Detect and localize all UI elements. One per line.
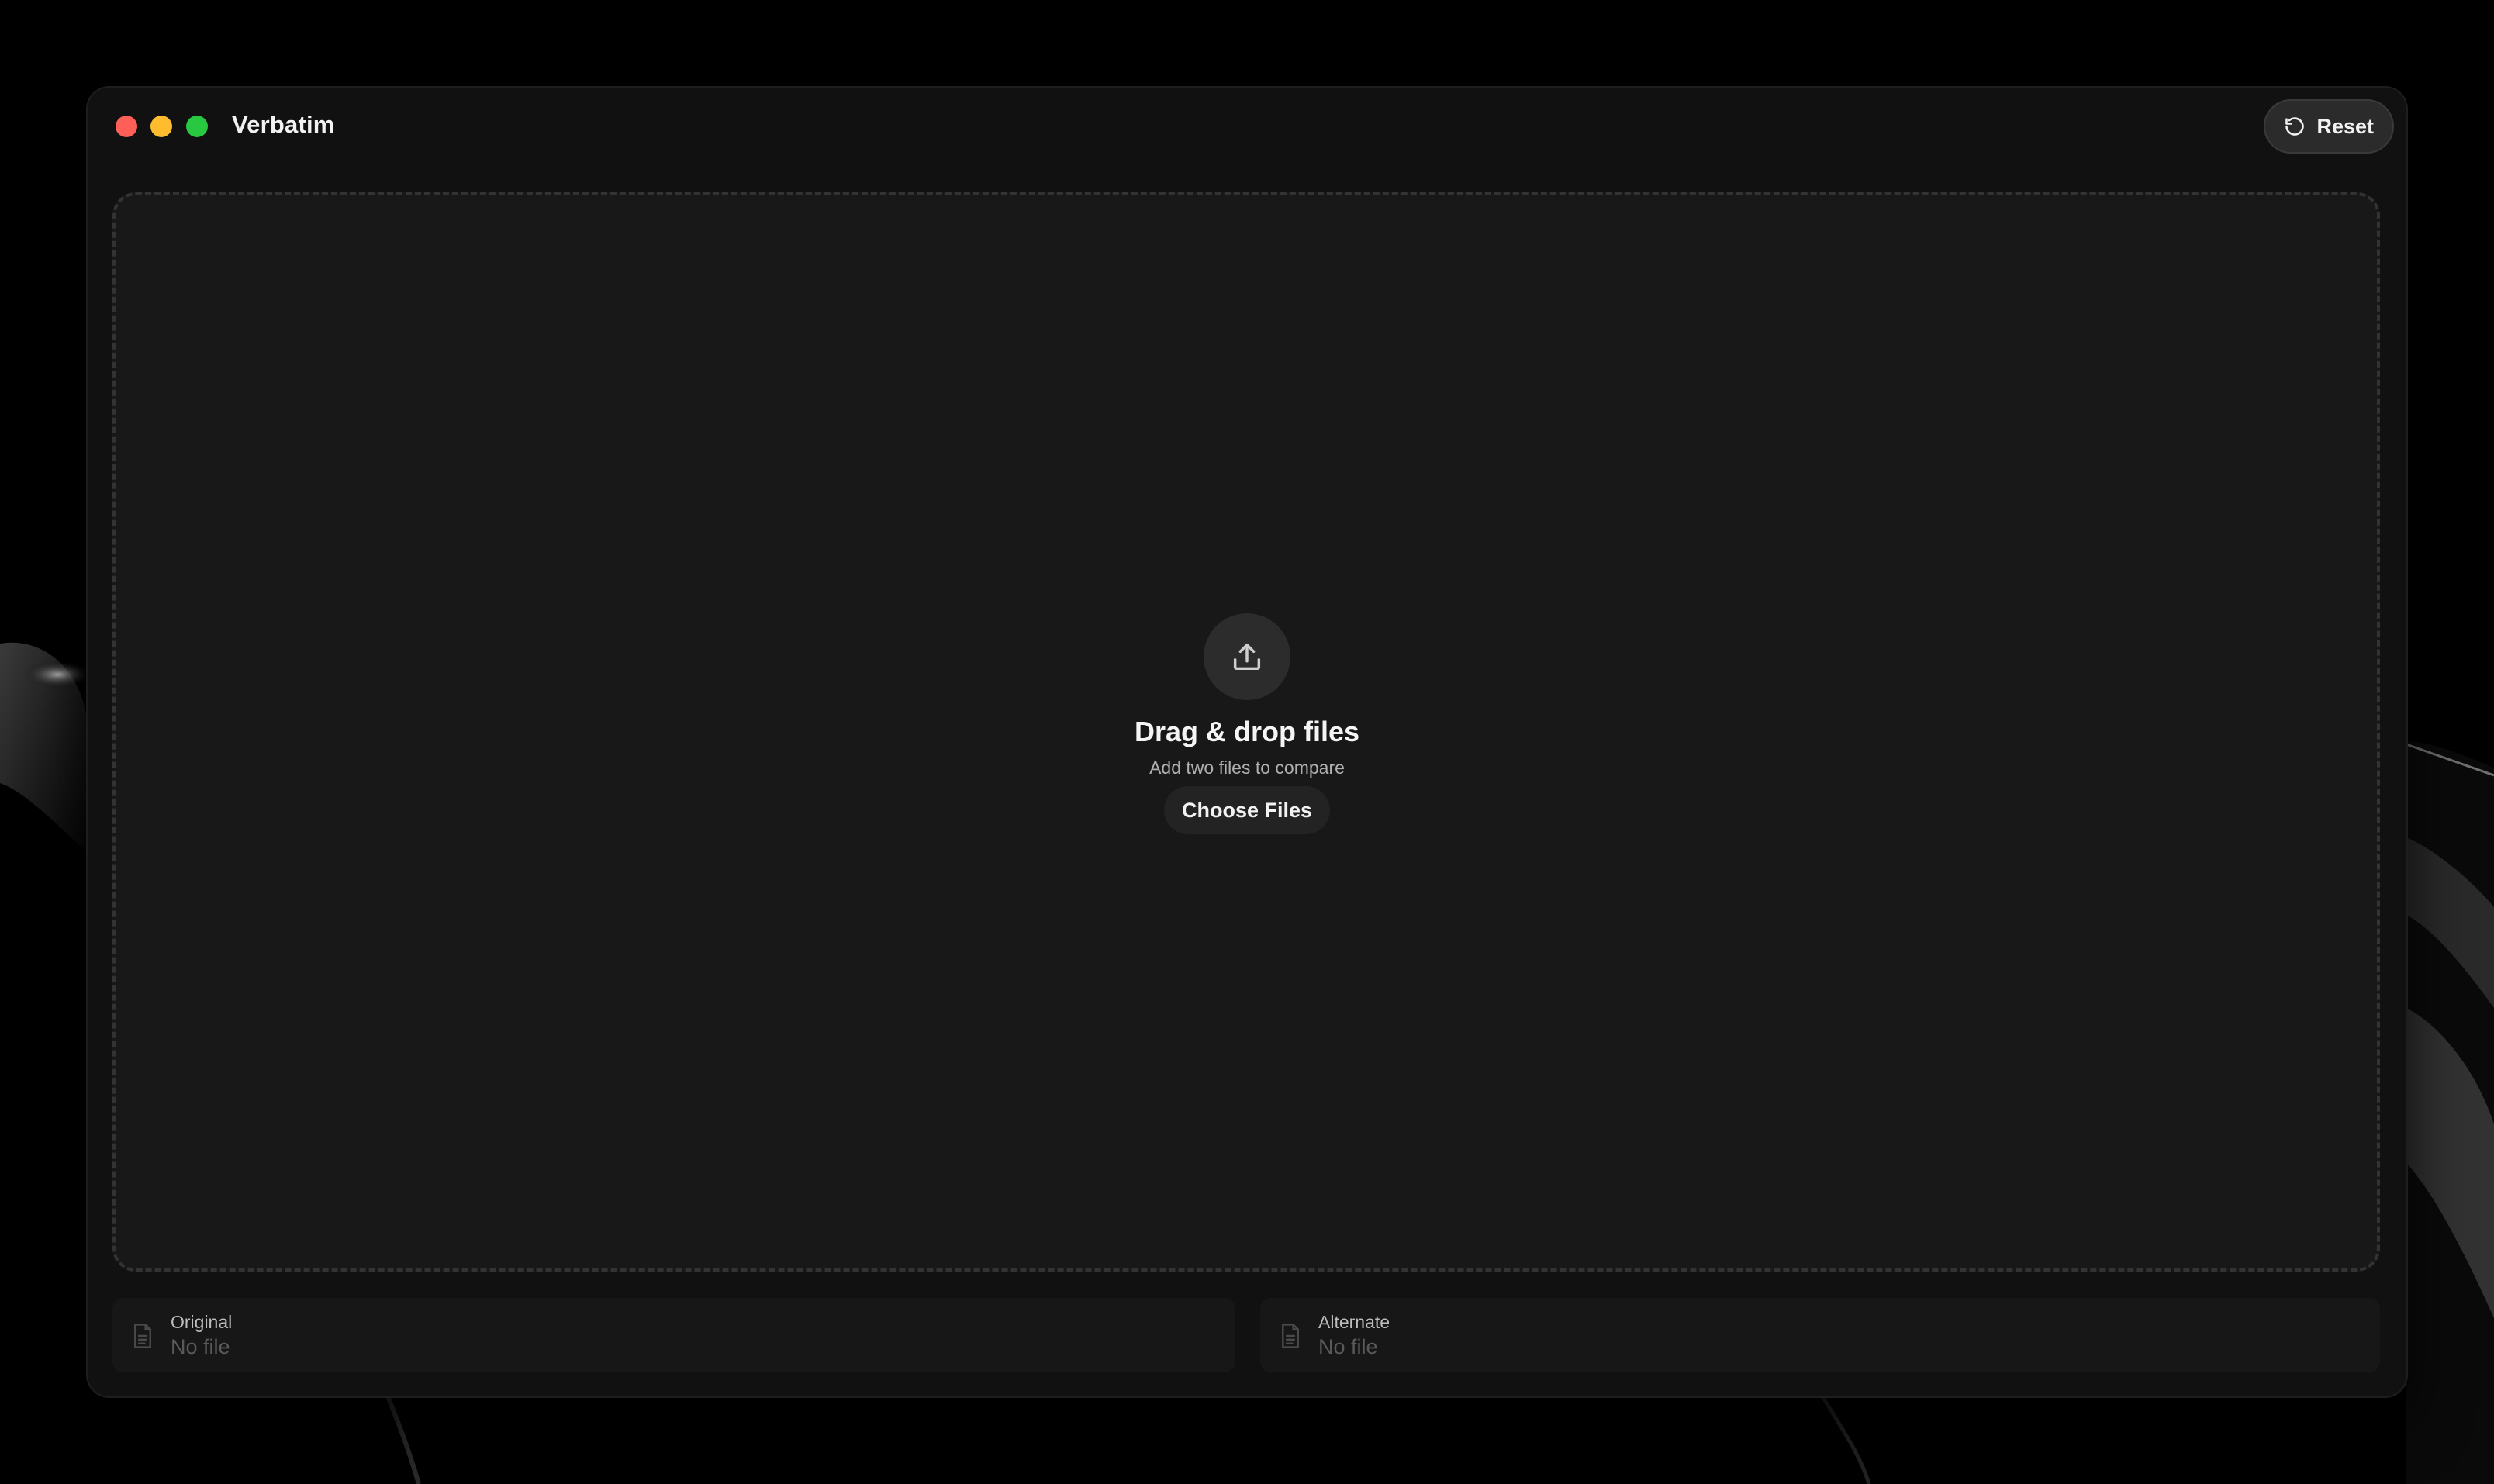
file-icon (131, 1323, 154, 1353)
choose-files-button[interactable]: Choose Files (1164, 786, 1330, 834)
original-file-slot[interactable]: Original No file (112, 1298, 1235, 1372)
dropzone-title: Drag & drop files (1134, 716, 1360, 747)
reset-button-label: Reset (2316, 114, 2374, 138)
minimize-window-button[interactable] (150, 116, 172, 137)
reset-icon (2284, 116, 2306, 137)
dropzone-subtitle: Add two files to compare (1149, 758, 1345, 778)
desktop: Verbatim Reset Drag & drop files Add two (0, 0, 2494, 1484)
app-window: Verbatim Reset Drag & drop files Add two (88, 88, 2406, 1396)
zoom-window-button[interactable] (186, 116, 208, 137)
original-file-value: No file (171, 1335, 230, 1358)
upload-icon (1204, 613, 1290, 700)
alternate-file-slot[interactable]: Alternate No file (1260, 1298, 2380, 1372)
reset-button[interactable]: Reset (2264, 99, 2394, 154)
original-file-label: Original (171, 1312, 233, 1332)
alternate-file-value: No file (1318, 1335, 1378, 1358)
app-title: Verbatim (232, 111, 335, 138)
close-window-button[interactable] (116, 116, 137, 137)
alternate-file-label: Alternate (1318, 1312, 1390, 1332)
file-icon (1279, 1323, 1302, 1353)
title-bar: Verbatim Reset (88, 88, 2406, 165)
